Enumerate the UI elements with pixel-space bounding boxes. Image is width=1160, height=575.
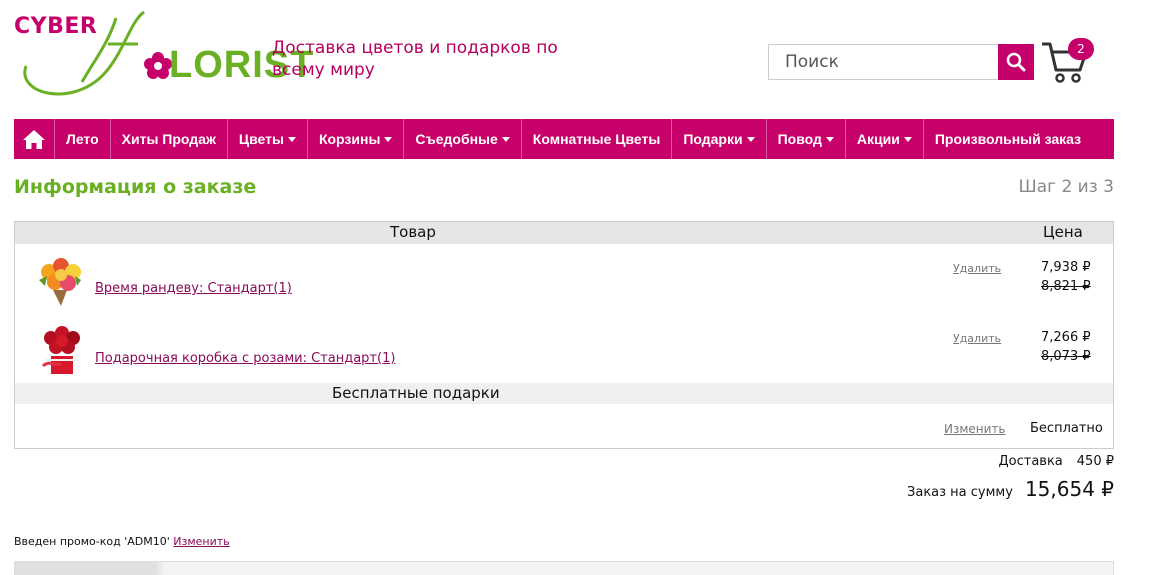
checkout-step: Шаг 2 из 3 bbox=[1018, 177, 1114, 197]
product-thumbnail-image[interactable] bbox=[31, 320, 89, 378]
nav-home[interactable] bbox=[14, 119, 55, 159]
search-button[interactable] bbox=[998, 44, 1034, 80]
nav-item-promotions[interactable]: Акции bbox=[846, 119, 924, 159]
delivery-label: Доставка bbox=[998, 454, 1063, 469]
nav-item-label: Цветы bbox=[238, 131, 284, 147]
page-title: Информация о заказе bbox=[14, 176, 257, 198]
nav-item-baskets[interactable]: Корзины bbox=[308, 119, 405, 159]
caret-down-icon bbox=[825, 137, 834, 142]
order-total: Заказ на сумму 15,654 ₽ bbox=[907, 477, 1114, 501]
item-price: 7,938 ₽ bbox=[1041, 260, 1091, 275]
item-old-price: 8,073 ₽ bbox=[1041, 349, 1091, 364]
column-header-price: Цена bbox=[1043, 223, 1083, 241]
cart-count-badge: 2 bbox=[1068, 38, 1094, 60]
nav-item-flowers[interactable]: Цветы bbox=[228, 119, 308, 159]
site-header: CYBER LORIST Доставка цветов и подарков … bbox=[0, 0, 1160, 118]
free-gifts-title: Бесплатные подарки bbox=[332, 384, 500, 402]
promo-code-text: Введен промо-код 'ADM10' bbox=[14, 535, 170, 548]
item-old-price: 8,821 ₽ bbox=[1041, 279, 1091, 294]
nav-item-label: Подарки bbox=[683, 131, 743, 147]
caret-down-icon bbox=[903, 137, 912, 142]
nav-item-bestsellers[interactable]: Хиты Продаж bbox=[111, 119, 228, 159]
logo-text-cyber: CYBER bbox=[14, 14, 98, 39]
item-price: 7,266 ₽ bbox=[1041, 330, 1091, 345]
search-icon bbox=[1006, 52, 1026, 72]
nav-item-summer[interactable]: Лето bbox=[55, 119, 111, 159]
cart-button[interactable]: 2 bbox=[1040, 38, 1098, 84]
free-gifts-header: Бесплатные подарки bbox=[15, 383, 1113, 404]
nav-item-label: Произвольный заказ bbox=[934, 131, 1082, 147]
order-total-label: Заказ на сумму bbox=[907, 485, 1013, 500]
order-item-row: Время рандеву: Стандарт(1) Удалить 7,938… bbox=[15, 246, 1113, 312]
main-nav: Лето Хиты Продаж Цветы Корзины Съедобные… bbox=[14, 119, 1114, 159]
column-header-product: Товар bbox=[390, 223, 436, 241]
change-gift-link[interactable]: Изменить bbox=[944, 422, 1006, 436]
order-item-row: Подарочная коробка с розами: Стандарт(1)… bbox=[15, 316, 1113, 382]
site-logo[interactable]: CYBER LORIST bbox=[12, 4, 313, 104]
product-link[interactable]: Подарочная коробка с розами: Стандарт(1) bbox=[95, 351, 395, 366]
product-thumbnail-image[interactable] bbox=[31, 250, 89, 308]
promo-code-info: Введен промо-код 'ADM10' Изменить bbox=[14, 535, 230, 548]
nav-item-houseplants[interactable]: Комнатные Цветы bbox=[522, 119, 673, 159]
search-bar bbox=[768, 44, 1034, 80]
nav-item-label: Лето bbox=[66, 131, 99, 147]
order-table-header: Товар Цена bbox=[15, 222, 1113, 244]
caret-down-icon bbox=[287, 137, 296, 142]
search-input[interactable] bbox=[768, 44, 998, 80]
gift-price: Бесплатно bbox=[1030, 421, 1103, 436]
nav-item-label: Комнатные Цветы bbox=[532, 131, 661, 147]
change-promo-link[interactable]: Изменить bbox=[173, 535, 229, 548]
product-link[interactable]: Время рандеву: Стандарт(1) bbox=[95, 281, 292, 296]
nav-item-custom-order[interactable]: Произвольный заказ bbox=[924, 119, 1092, 159]
nav-item-label: Акции bbox=[856, 131, 900, 147]
caret-down-icon bbox=[501, 137, 510, 142]
order-total-value: 15,654 ₽ bbox=[1024, 477, 1114, 501]
site-tagline: Доставка цветов и подарков по всему миру bbox=[272, 38, 558, 80]
caret-down-icon bbox=[746, 137, 755, 142]
nav-item-label: Корзины bbox=[318, 131, 381, 147]
nav-item-occasion[interactable]: Повод bbox=[767, 119, 846, 159]
remove-item-link[interactable]: Удалить bbox=[953, 262, 1001, 275]
delivery-value: 450 ₽ bbox=[1076, 454, 1114, 469]
order-table: Товар Цена Время рандеву: Стандарт(1) Уд… bbox=[14, 221, 1114, 449]
caret-down-icon bbox=[384, 137, 393, 142]
nav-item-label: Съедобные bbox=[415, 131, 498, 147]
home-icon bbox=[23, 130, 45, 149]
remove-item-link[interactable]: Удалить bbox=[953, 332, 1001, 345]
nav-item-label: Повод bbox=[777, 131, 822, 147]
nav-item-label: Хиты Продаж bbox=[121, 131, 216, 147]
nav-item-edible[interactable]: Съедобные bbox=[404, 119, 522, 159]
nav-item-gifts[interactable]: Подарки bbox=[672, 119, 767, 159]
next-section-panel bbox=[14, 561, 1114, 575]
delivery-cost: Доставка 450 ₽ bbox=[999, 454, 1115, 469]
